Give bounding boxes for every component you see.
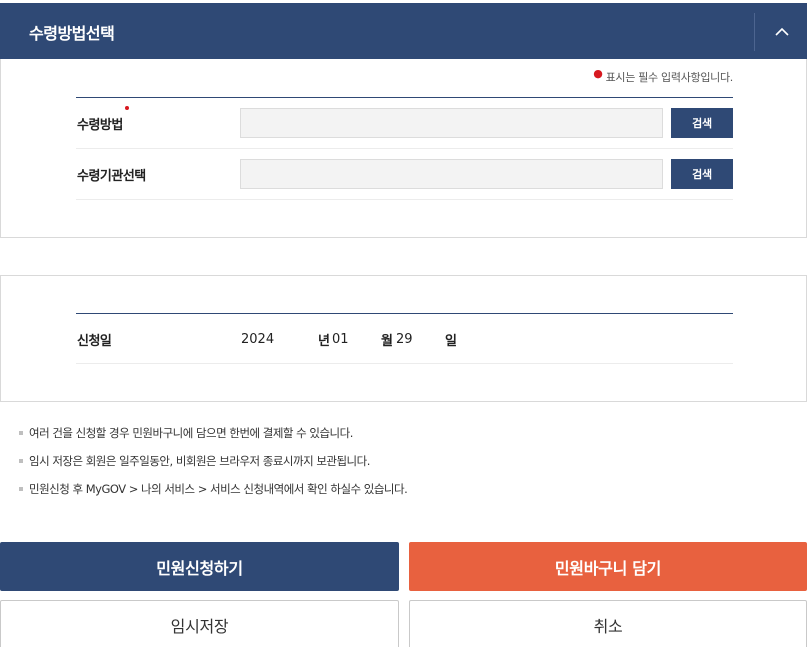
cancel-button[interactable]: 취소 (409, 600, 807, 647)
receipt-agency-input[interactable] (240, 159, 663, 189)
receipt-method-label: 수령방법 (77, 106, 129, 133)
receipt-agency-label: 수령기관선택 (77, 169, 146, 184)
note-item: 민원신청 후 MyGOV > 나의 서비스 > 서비스 신청내역에서 확인 하실… (19, 481, 408, 509)
temp-save-button[interactable]: 임시저장 (0, 600, 399, 647)
collapse-button[interactable] (757, 3, 807, 59)
required-dot-icon (124, 106, 129, 110)
date-month-unit: 월 (381, 334, 393, 349)
date-year: 2024 (241, 332, 275, 347)
form-row-receipt-agency: 수령기관선택 검색 (76, 149, 733, 200)
info-notes: 여러 건을 신청할 경우 민원바구니에 담으면 한번에 결제할 수 있습니다. … (19, 425, 408, 509)
receipt-agency-search-button[interactable]: 검색 (671, 159, 733, 189)
receipt-method-input[interactable] (240, 108, 663, 138)
application-date-section: 신청일 2024 년 01 월 29 일 (0, 275, 807, 402)
receipt-method-search-button[interactable]: 검색 (671, 108, 733, 138)
section-header: 수령방법선택 (0, 3, 807, 59)
application-date-label: 신청일 (77, 334, 112, 349)
date-day-unit: 일 (445, 334, 457, 349)
required-dot-icon: ● (593, 67, 603, 80)
receipt-method-section: ● 표시는 필수 입력사항입니다. 수령방법 검색 수령기관선택 검색 (0, 59, 807, 238)
apply-button[interactable]: 민원신청하기 (0, 542, 399, 591)
date-month: 01 (332, 332, 349, 347)
required-note: ● 표시는 필수 입력사항입니다. (593, 67, 733, 84)
date-day: 29 (396, 332, 413, 347)
section-title: 수령방법선택 (29, 24, 115, 43)
note-item: 임시 저장은 회원은 일주일동안, 비회원은 브라우저 종료시까지 보관됩니다. (19, 453, 407, 481)
add-to-cart-button[interactable]: 민원바구니 담기 (409, 542, 807, 591)
form-row-receipt-method: 수령방법 검색 (76, 98, 733, 149)
date-row: 신청일 2024 년 01 월 29 일 (76, 313, 733, 364)
date-year-unit: 년 (318, 334, 330, 349)
header-divider (754, 13, 755, 51)
chevron-up-icon (775, 27, 789, 36)
form-table: 수령방법 검색 수령기관선택 검색 (76, 97, 733, 200)
note-item: 여러 건을 신청할 경우 민원바구니에 담으면 한번에 결제할 수 있습니다. (19, 425, 407, 453)
